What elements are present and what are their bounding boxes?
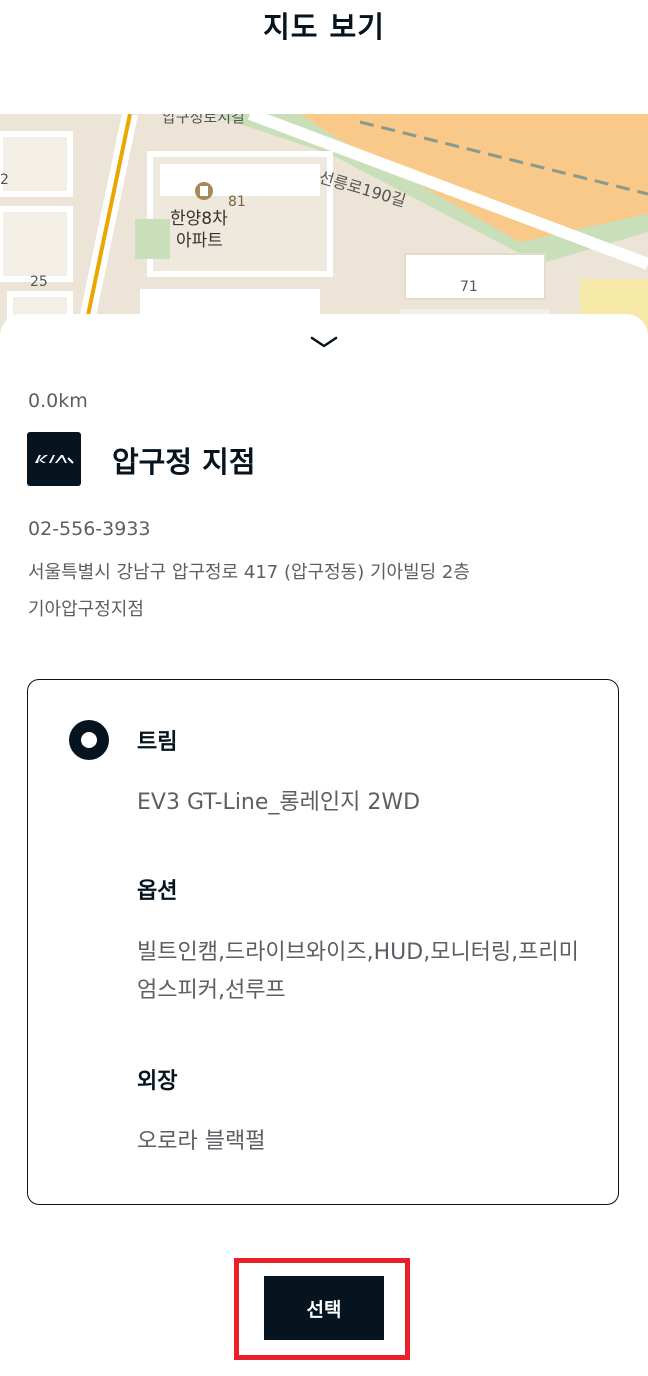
map-block (0, 206, 73, 282)
map-label-apartment-sub: 아파트 (176, 231, 223, 251)
map-label-number: 81 (228, 194, 246, 210)
distance-text: 0.0km (28, 390, 88, 412)
options-value: 빌트인캠,드라이브와이즈,HUD,모니터링,프리미엄스피커,선루프 (137, 940, 579, 1003)
radio-selected-icon[interactable] (69, 720, 109, 760)
phone-number[interactable]: 02-556-3933 (28, 518, 151, 540)
map-view[interactable]: 압구정로지길 선릉로190길 81 한양8차 아파트 25 2 71 (0, 114, 648, 344)
map-label-number: 71 (460, 279, 478, 295)
map-label-apartment: 한양8차 (170, 209, 228, 229)
chevron-down-icon[interactable] (309, 334, 339, 350)
map-park (135, 219, 170, 259)
vehicle-option-card[interactable]: 트림 EV3 GT-Line_롱레인지 2WD 옵션 빌트인캠,드라이브와이즈,… (27, 679, 619, 1205)
branch-address: 서울특별시 강남구 압구정로 417 (압구정동) 기아빌딩 2층 (28, 562, 470, 583)
dealer-name: 기아압구정지점 (28, 599, 144, 620)
select-button[interactable]: 선택 (264, 1276, 384, 1340)
branch-name: 압구정 지점 (112, 445, 256, 479)
exterior-label: 외장 (137, 1069, 178, 1094)
map-label-number: 2 (0, 172, 9, 188)
options-label: 옵션 (137, 879, 178, 904)
trim-label: 트림 (137, 730, 178, 755)
kia-logo (27, 432, 81, 486)
exterior-value: 오로라 블랙펄 (137, 1129, 266, 1154)
header: 지도 보기 (0, 0, 648, 114)
map-label-street: 압구정로지길 (162, 114, 245, 126)
branch-detail-sheet: 0.0km 압구정 지점 02-556-3933 서울특별시 강남구 압구정로 … (0, 314, 648, 1376)
map-building (160, 164, 320, 196)
page-title: 지도 보기 (263, 10, 385, 44)
map-block (0, 131, 73, 197)
map-label-number: 25 (30, 274, 48, 290)
building-icon-glyph (200, 186, 208, 196)
map-canvas[interactable]: 압구정로지길 선릉로190길 81 한양8차 아파트 25 2 71 (0, 114, 648, 344)
trim-value: EV3 GT-Line_롱레인지 2WD (137, 790, 421, 815)
radio-dot (81, 732, 97, 748)
